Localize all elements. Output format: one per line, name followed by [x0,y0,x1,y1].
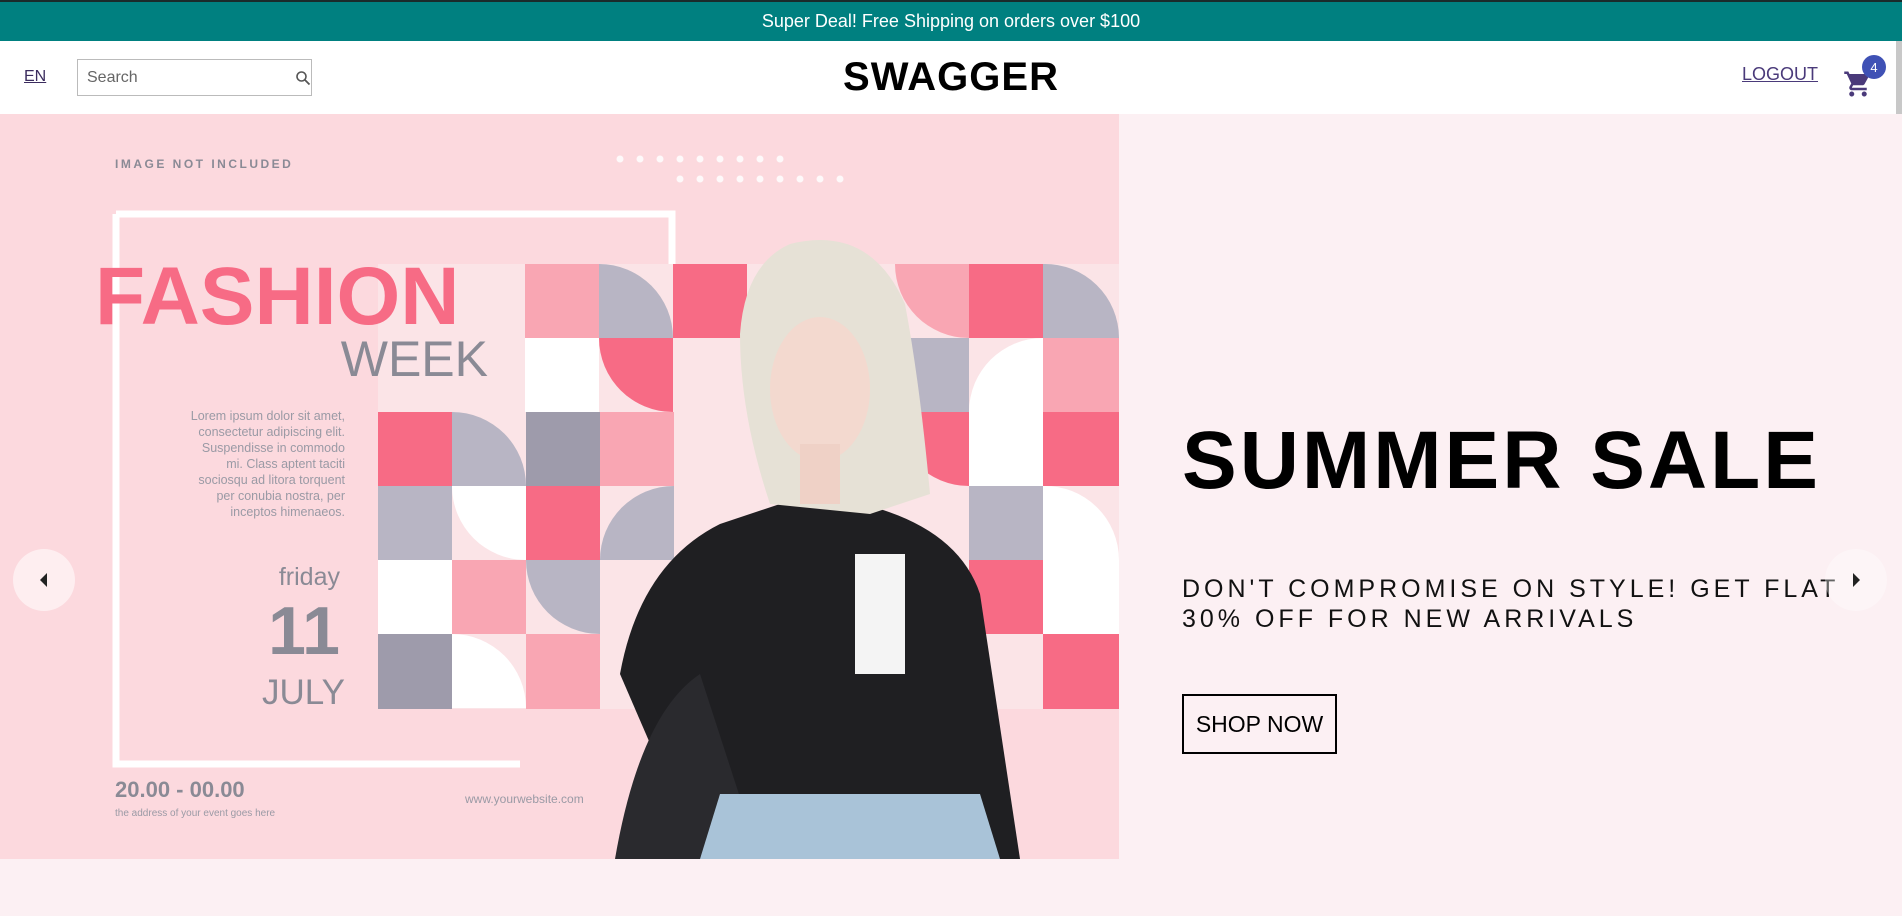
banner-body-line: sociosqu ad litora torquent [198,473,345,487]
arrow-left-icon [40,573,47,587]
banner-day: friday [279,563,341,591]
announcement-bar: Super Deal! Free Shipping on orders over… [0,0,1902,41]
banner-website: www.yourwebsite.com [464,792,584,806]
slide-description: DON'T COMPROMISE ON STYLE! GET FLAT 30% … [1182,575,1839,633]
slider-prev-button[interactable] [13,549,75,611]
banner-address: the address of your event goes here [115,808,276,819]
banner-body-line: mi. Class aptent taciti [226,457,345,471]
banner-body-line: inceptos himenaeos. [230,505,345,519]
arrow-right-icon [1853,573,1860,587]
search-input[interactable] [78,60,294,95]
slide-info: SUMMER SALE DON'T COMPROMISE ON STYLE! G… [1182,114,1862,859]
banner-body-line: Suspendisse in commodo [202,441,345,455]
banner-body-line: per conubia nostra, per [216,489,345,503]
navbar: EN SWAGGER LOGOUT 4 [0,41,1902,114]
logout-link[interactable]: LOGOUT [1742,64,1818,85]
search-box [77,59,312,96]
banner-body-line: consectetur adipiscing elit. [198,425,345,439]
banner-time: 20.00 - 00.00 [115,777,245,802]
slider-next-button[interactable] [1825,549,1887,611]
brand-logo[interactable]: SWAGGER [843,55,1059,99]
cart-button[interactable]: 4 [1843,55,1887,103]
slide-title: SUMMER SALE [1182,415,1821,506]
shop-now-button[interactable]: SHOP NOW [1182,694,1337,754]
disclaimer-text: IMAGE NOT INCLUDED [115,157,293,171]
hero-slider: IMAGE NOT INCLUDED FASHION WEEK Lorem ip… [0,114,1902,859]
announcement-text: Super Deal! Free Shipping on orders over… [761,11,1141,31]
banner-body-line: Lorem ipsum dolor sit amet, [191,409,345,423]
cart-count-badge: 4 [1862,55,1886,79]
promo-banner-image: IMAGE NOT INCLUDED FASHION WEEK Lorem ip… [0,114,1119,859]
language-selector[interactable]: EN [24,68,46,86]
banner-month: JULY [262,673,345,712]
banner-title-main: FASHION [95,251,459,342]
banner-title-sub: WEEK [341,331,488,387]
search-icon[interactable] [294,60,311,95]
banner-date: 11 [268,593,340,669]
